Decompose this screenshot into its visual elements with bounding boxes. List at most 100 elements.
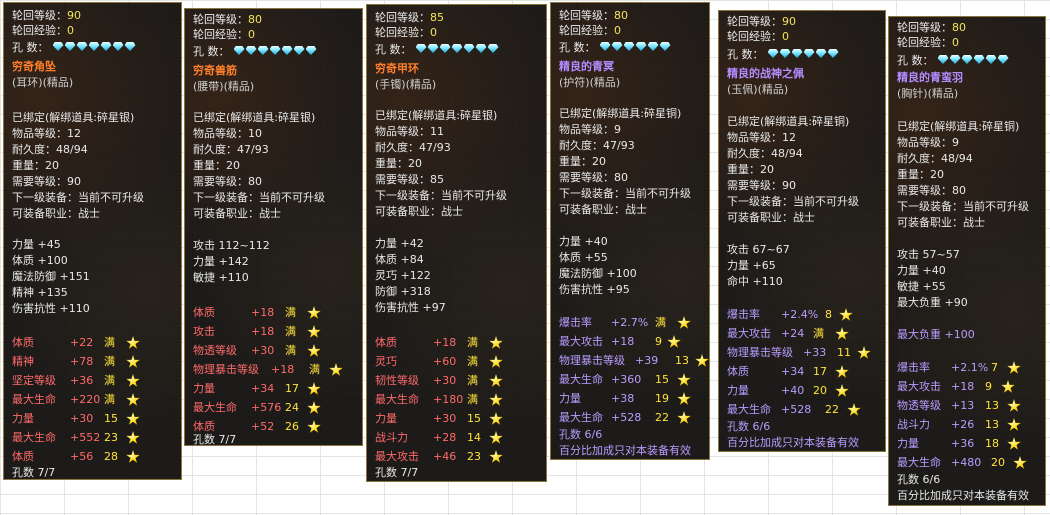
- star-icon: [1007, 437, 1021, 450]
- star-icon: [126, 431, 140, 444]
- extra-stat-row: 最大攻击 +18 9: [559, 335, 681, 349]
- item-name: 穷奇角坠: [12, 60, 56, 73]
- item-name: 穷奇甲环: [375, 62, 419, 75]
- star-icon: [489, 450, 503, 463]
- extra-stat-row: 力量 +40 20: [727, 384, 849, 398]
- extra-stat-row: 物透等级 +30 满: [193, 344, 321, 358]
- holes-row: 孔 数：: [193, 45, 318, 59]
- extra-stat-row: 物理暴击等级 +39 13: [559, 354, 709, 368]
- item-tooltip-jade-pendant: 轮回等级：90 轮回经验：0 孔 数： 精良的战神之佩 (玉佩)(精品) 已绑定…: [718, 10, 886, 452]
- extra-stat-row: 最大生命 +480 20: [897, 456, 1027, 470]
- star-icon: [1007, 399, 1021, 412]
- star-icon: [695, 354, 709, 367]
- item-type: (玉佩)(精品): [727, 83, 789, 96]
- extra-stat-row: 力量 +34 17: [193, 382, 321, 396]
- extra-stat-row: 最大生命 +220 满: [12, 393, 140, 407]
- star-icon: [126, 355, 140, 368]
- extra-stat-row: 物理暴击等级 +33 11: [727, 346, 871, 360]
- star-icon: [307, 382, 321, 395]
- extra-stat-row: 攻击 +18 满: [193, 325, 321, 339]
- gem-icons: [767, 48, 840, 62]
- extra-stat-row: 力量 +36 18: [897, 437, 1021, 451]
- extra-stat-row: 体质 +22 满: [12, 336, 140, 350]
- gem-icons: [233, 45, 318, 59]
- star-icon: [1001, 380, 1015, 393]
- gem-icons: [599, 41, 672, 55]
- extra-stat-row: 体质 +18 满: [375, 336, 503, 350]
- extra-stat-row: 最大生命 +528 22: [727, 403, 861, 417]
- item-name: 穷奇兽筋: [193, 64, 237, 77]
- star-icon: [307, 325, 321, 338]
- extra-stat-row: 最大攻击 +46 23: [375, 450, 503, 464]
- star-icon: [835, 384, 849, 397]
- socket-count: 孔数 6/6: [897, 473, 941, 486]
- star-icon: [329, 363, 343, 376]
- item-tooltip-bracelet: 轮回等级：85 轮回经验：0 孔 数： 穷奇甲环 (手镯)(精品) 已绑定(解绑…: [366, 4, 547, 482]
- star-icon: [677, 373, 691, 386]
- extra-stat-row: 爆击率 +2.4% 8: [727, 308, 853, 322]
- star-icon: [1013, 456, 1027, 469]
- extra-stat-row: 最大生命 +528 22: [559, 411, 691, 425]
- extra-stat-row: 物理暴击等级 +18 满: [193, 363, 343, 377]
- holes-row: 孔 数：: [12, 41, 137, 55]
- star-icon: [677, 411, 691, 424]
- star-icon: [835, 365, 849, 378]
- extra-stat-row: 体质 +56 28: [12, 450, 140, 464]
- item-tooltip-amulet: 轮回等级：80 轮回经验：0 孔 数： 精良的青冥 (护符)(精品) 已绑定(解…: [550, 2, 710, 460]
- star-icon: [489, 412, 503, 425]
- socket-count: 孔数 6/6: [727, 420, 771, 433]
- item-type: (手镯)(精品): [375, 78, 437, 91]
- extra-stat-row: 力量 +30 15: [375, 412, 503, 426]
- extra-stat-row: 韧性等级 +30 满: [375, 374, 503, 388]
- holes-row: 孔 数：: [727, 48, 840, 62]
- item-name: 精良的青蛮羽: [897, 71, 963, 84]
- star-icon: [677, 316, 691, 329]
- item-tooltip-ear-pendant: 轮回等级：90 轮回经验：0 孔 数： 穷奇角坠 (耳环)(精品) 已绑定(解绑…: [3, 2, 182, 480]
- extra-stat-row: 物透等级 +13 13: [897, 399, 1021, 413]
- gem-icons: [415, 43, 500, 57]
- extra-stat-row: 最大攻击 +18 9: [897, 380, 1015, 394]
- socket-count: 孔数 7/7: [193, 433, 237, 446]
- item-type: (胸针)(精品): [897, 87, 959, 100]
- extra-stat-row: 力量 +30 15: [12, 412, 140, 426]
- extra-stat-row: 坚定等级 +36 满: [12, 374, 140, 388]
- star-icon: [489, 431, 503, 444]
- extra-stat-row: 最大生命 +552 23: [12, 431, 140, 445]
- extra-stat-row: 精神 +78 满: [12, 355, 140, 369]
- star-icon: [307, 306, 321, 319]
- star-icon: [307, 401, 321, 414]
- extra-stat-row: 力量 +38 19: [559, 392, 691, 406]
- extra-stat-row: 爆击率 +2.7% 满: [559, 316, 691, 330]
- extra-stat-row: 体质 +34 17: [727, 365, 849, 379]
- item-type: (耳环)(精品): [12, 76, 74, 89]
- bonus-note: 百分比加成只对本装备有效: [559, 444, 691, 457]
- item-name: 精良的青冥: [559, 60, 614, 73]
- holes-row: 孔 数：: [375, 43, 500, 57]
- item-name: 精良的战神之佩: [727, 67, 804, 80]
- star-icon: [489, 374, 503, 387]
- holes-row: 孔 数：: [897, 54, 1010, 68]
- star-icon: [677, 392, 691, 405]
- star-icon: [857, 346, 871, 359]
- extra-stat-row: 最大生命 +360 15: [559, 373, 691, 387]
- star-icon: [307, 420, 321, 433]
- star-icon: [667, 335, 681, 348]
- star-icon: [1007, 361, 1021, 374]
- gem-icons: [52, 41, 137, 55]
- extra-stat-row: 灵巧 +60 满: [375, 355, 503, 369]
- item-type: (护符)(精品): [559, 76, 621, 89]
- extra-stat-row: 体质 +52 26: [193, 420, 321, 434]
- extra-stat-row: 最大生命 +576 24: [193, 401, 321, 415]
- bonus-note: 百分比加成只对本装备有效: [897, 489, 1029, 502]
- star-icon: [307, 344, 321, 357]
- item-tooltip-belt: 轮回等级：80 轮回经验：0 孔 数： 穷奇兽筋 (腰带)(精品) 已绑定(解绑…: [184, 8, 363, 446]
- star-icon: [489, 336, 503, 349]
- socket-count: 孔数 7/7: [375, 466, 419, 479]
- star-icon: [126, 412, 140, 425]
- star-icon: [126, 450, 140, 463]
- socket-count: 孔数 6/6: [559, 428, 603, 441]
- extra-stat-row: 最大攻击 +24 满: [727, 327, 849, 341]
- extra-stat-row: 最大生命 +180 满: [375, 393, 503, 407]
- star-icon: [847, 403, 861, 416]
- star-icon: [489, 355, 503, 368]
